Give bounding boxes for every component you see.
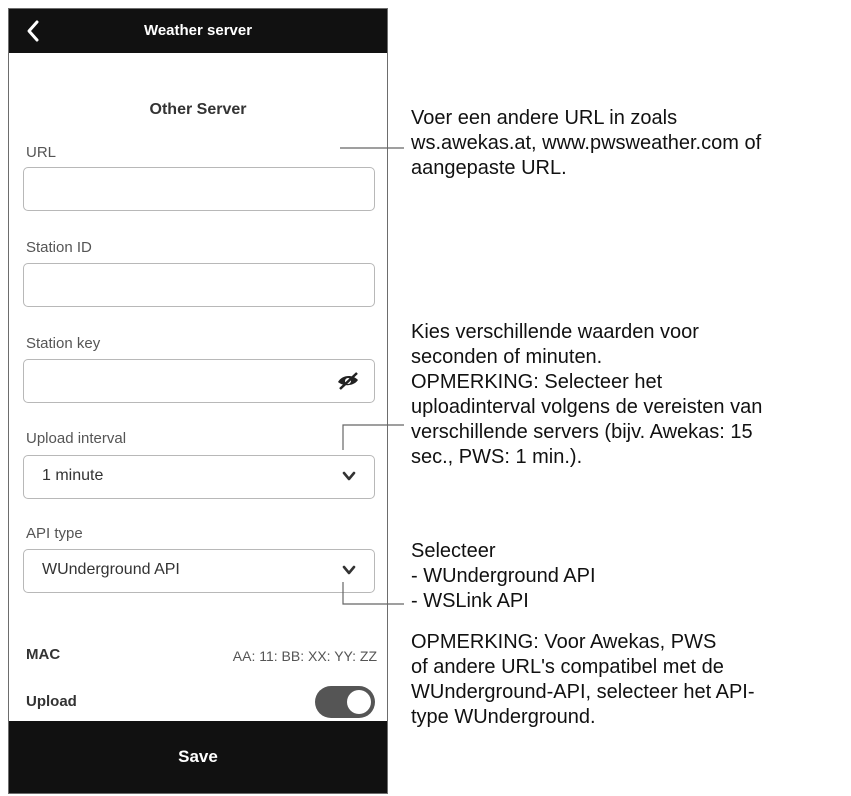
- top-bar: Weather server: [9, 9, 387, 53]
- mac-label: MAC: [26, 646, 61, 663]
- upload-interval-select[interactable]: 1 minute: [23, 455, 375, 499]
- api-annotation: Selecteer - WUnderground API - WSLink AP…: [411, 540, 596, 612]
- api-type-label: API type: [26, 525, 83, 542]
- chevron-down-icon: [342, 565, 356, 575]
- url-input[interactable]: [23, 167, 375, 211]
- mac-value: AA: 11: BB: XX: YY: ZZ: [232, 648, 377, 664]
- toggle-knob: [347, 690, 371, 714]
- api-remark: OPMERKING: Voor Awekas, PWS of andere UR…: [411, 631, 755, 728]
- station-key-input[interactable]: [23, 359, 375, 403]
- api-type-value: WUnderground API: [42, 561, 180, 578]
- section-title: Other Server: [149, 101, 247, 118]
- station-id-label: Station ID: [26, 239, 92, 256]
- page-title: Weather server: [143, 22, 253, 39]
- upload-label: Upload: [26, 693, 77, 710]
- url-annotation: Voer een andere URL in zoals ws.awekas.a…: [411, 107, 762, 179]
- save-label: Save: [178, 747, 218, 766]
- api-type-select[interactable]: WUnderground API: [23, 549, 375, 593]
- phone-screen: Weather server Other Server URL Station …: [8, 8, 388, 794]
- station-id-input[interactable]: [23, 263, 375, 307]
- upload-interval-value: 1 minute: [42, 467, 104, 484]
- chevron-down-icon: [342, 471, 356, 481]
- station-key-label: Station key: [26, 335, 101, 352]
- url-label: URL: [26, 144, 57, 161]
- interval-annotation: Kies verschillende waarden voor seconden…: [411, 321, 699, 368]
- hide-password-icon[interactable]: [336, 370, 360, 392]
- upload-toggle[interactable]: [315, 686, 375, 718]
- interval-remark: OPMERKING: Selecteer het uploadinterval …: [411, 371, 763, 468]
- upload-interval-label: Upload interval: [26, 430, 127, 447]
- save-button[interactable]: Save: [9, 721, 387, 793]
